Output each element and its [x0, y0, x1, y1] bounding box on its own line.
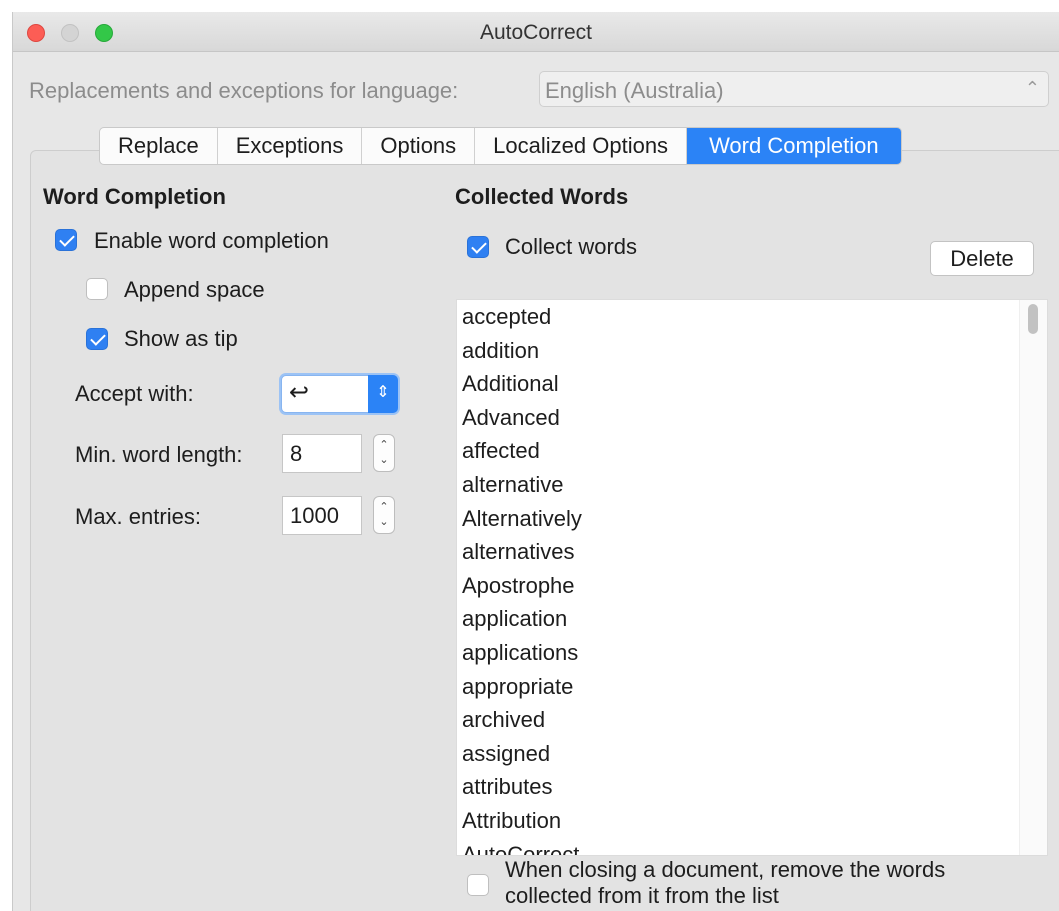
remove-words-label-line2: collected from it from the list	[505, 883, 779, 908]
list-item[interactable]: assigned	[457, 737, 1047, 771]
tab-replace[interactable]: Replace	[100, 128, 218, 164]
word-completion-heading: Word Completion	[43, 184, 226, 209]
max-entries-input[interactable]: 1000	[282, 496, 362, 535]
list-item[interactable]: alternative	[457, 468, 1047, 502]
tab-localized-options[interactable]: Localized Options	[475, 128, 688, 164]
max-entries-stepper[interactable]: ⌃ ⌄	[373, 496, 395, 534]
min-word-length-label: Min. word length:	[75, 442, 243, 467]
list-item[interactable]: application	[457, 602, 1047, 636]
language-value: English (Australia)	[545, 78, 724, 103]
list-item[interactable]: alternatives	[457, 535, 1047, 569]
collect-words-label: Collect words	[505, 234, 638, 259]
show-as-tip-checkbox[interactable]	[86, 328, 108, 350]
list-item[interactable]: Apostrophe	[457, 569, 1047, 603]
list-item[interactable]: Advanced	[457, 401, 1047, 435]
remove-words-on-close-label: When closing a document, remove the word…	[505, 857, 945, 909]
tab-options[interactable]: Options	[362, 128, 476, 164]
accept-with-select[interactable]: ↩ ⇕	[281, 375, 398, 413]
min-word-length-stepper[interactable]: ⌃ ⌄	[373, 434, 395, 472]
language-select[interactable]: English (Australia) ⌃	[539, 71, 1049, 107]
max-entries-label: Max. entries:	[75, 504, 201, 529]
remove-words-label-line1: When closing a document, remove the word…	[505, 857, 946, 882]
title-bar: AutoCorrect	[13, 12, 1059, 52]
append-space-label: Append space	[124, 277, 265, 302]
list-item[interactable]: Additional	[457, 367, 1047, 401]
autocorrect-window: AutoCorrect Replacements and exceptions …	[12, 12, 1059, 911]
list-item[interactable]: accepted	[457, 300, 1047, 334]
scrollbar-thumb[interactable]	[1028, 304, 1038, 334]
list-item[interactable]: Alternatively	[457, 502, 1047, 536]
return-key-icon: ↩	[289, 379, 310, 406]
delete-button[interactable]: Delete	[930, 241, 1034, 276]
tab-word-completion[interactable]: Word Completion	[687, 128, 901, 164]
language-label: Replacements and exceptions for language…	[29, 78, 459, 103]
list-item[interactable]: AutoCorrect	[457, 838, 1047, 856]
select-arrows-icon: ⇕	[368, 375, 398, 413]
list-item[interactable]: affected	[457, 434, 1047, 468]
tab-exceptions[interactable]: Exceptions	[218, 128, 363, 164]
updown-arrows-icon: ⌃	[1024, 78, 1040, 98]
list-item[interactable]: attributes	[457, 770, 1047, 804]
collect-words-checkbox[interactable]	[467, 236, 489, 258]
show-as-tip-label: Show as tip	[124, 326, 238, 351]
list-item[interactable]: archived	[457, 703, 1047, 737]
collected-words-list[interactable]: accepted addition Additional Advanced af…	[456, 299, 1048, 856]
list-item[interactable]: addition	[457, 334, 1047, 368]
collected-words-heading: Collected Words	[455, 184, 629, 209]
append-space-checkbox[interactable]	[86, 278, 108, 300]
list-item[interactable]: Attribution	[457, 804, 1047, 838]
list-item[interactable]: appropriate	[457, 670, 1047, 704]
enable-word-completion-label: Enable word completion	[94, 228, 329, 253]
min-word-length-input[interactable]: 8	[282, 434, 362, 473]
list-scrollbar[interactable]	[1019, 300, 1047, 855]
tab-bar: Replace Exceptions Options Localized Opt…	[99, 127, 902, 165]
accept-with-label: Accept with:	[75, 381, 194, 406]
remove-words-on-close-checkbox[interactable]	[467, 874, 489, 896]
window-title: AutoCorrect	[479, 21, 593, 44]
enable-word-completion-checkbox[interactable]	[55, 229, 77, 251]
list-item[interactable]: applications	[457, 636, 1047, 670]
